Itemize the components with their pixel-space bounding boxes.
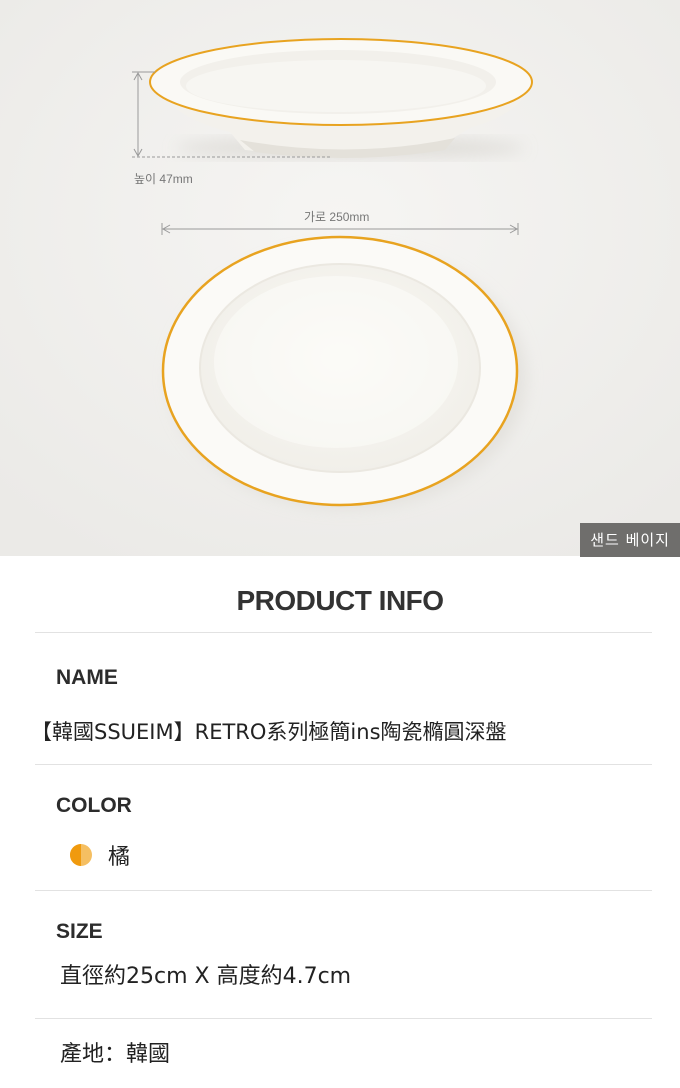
size-label: SIZE <box>56 920 103 943</box>
height-label: 높이 47mm <box>134 172 193 186</box>
color-value: 橘 <box>108 845 131 870</box>
name-label: NAME <box>56 666 118 689</box>
product-info-title: PRODUCT INFO <box>236 585 444 616</box>
plate-illustration <box>0 0 680 556</box>
color-name-badge: 샌드 베이지 <box>580 523 680 557</box>
divider <box>35 764 652 765</box>
divider <box>35 1018 652 1019</box>
product-photo: 높이 47mm 가로 250mm <box>0 0 680 556</box>
size-value: 直徑約25cm X 高度約4.7cm <box>60 964 352 989</box>
product-name: 【韓國SSUEIM】RETRO系列極簡ins陶瓷橢圓深盤 <box>31 720 507 744</box>
divider <box>35 632 652 633</box>
divider <box>35 890 652 891</box>
width-label: 가로 250mm <box>304 210 370 224</box>
origin-value: 產地：韓國 <box>60 1042 171 1067</box>
color-label: COLOR <box>56 794 132 817</box>
color-swatch-icon <box>70 844 92 866</box>
